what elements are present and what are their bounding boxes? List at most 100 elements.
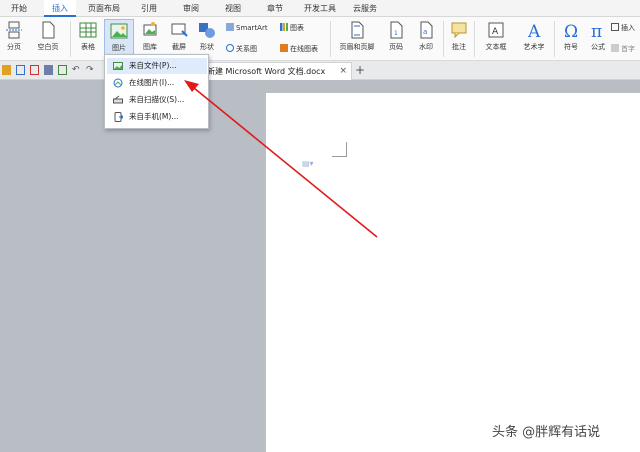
header-footer-icon bbox=[351, 21, 364, 39]
relation-chart-button[interactable]: 关系图 bbox=[226, 44, 257, 54]
margin-corner-marker bbox=[332, 142, 347, 157]
tab-home[interactable]: 开始 bbox=[6, 0, 32, 17]
ribbon-divider bbox=[443, 21, 444, 57]
comment-button[interactable]: 批注 bbox=[446, 19, 472, 59]
close-tab-button[interactable]: × bbox=[339, 63, 347, 80]
open-folder-icon[interactable] bbox=[2, 65, 11, 75]
paste-options-icon[interactable]: ▤▾ bbox=[302, 159, 314, 168]
symbol-label: 符号 bbox=[564, 43, 578, 51]
print-icon[interactable] bbox=[44, 65, 53, 75]
online-picture-item[interactable]: 在线图片(I)... bbox=[107, 75, 207, 91]
tab-page-layout[interactable]: 页面布局 bbox=[84, 0, 124, 17]
tab-insert[interactable]: 插入 bbox=[44, 0, 76, 17]
picture-icon bbox=[110, 23, 128, 39]
shapes-button[interactable]: 形状 bbox=[194, 19, 220, 59]
tab-references[interactable]: 引用 bbox=[136, 0, 162, 17]
table-label: 表格 bbox=[81, 43, 95, 51]
watermark-button[interactable]: a 水印 bbox=[412, 19, 440, 59]
phone-icon bbox=[114, 112, 123, 122]
textbox-label: 文本框 bbox=[485, 43, 507, 51]
wordart-button[interactable]: A 艺术字 bbox=[516, 19, 552, 59]
smartart-button[interactable]: SmartArt bbox=[226, 23, 268, 33]
watermark-icon: a bbox=[420, 21, 433, 39]
page-break-button[interactable]: 分页 bbox=[2, 19, 26, 59]
from-scanner-label: 来自扫描仪(S)... bbox=[129, 95, 185, 104]
insert-icon bbox=[611, 23, 619, 31]
relation-chart-label: 关系图 bbox=[236, 45, 257, 53]
redo-icon[interactable]: ↷ bbox=[86, 65, 95, 75]
table-icon bbox=[79, 22, 97, 38]
page-break-label: 分页 bbox=[7, 43, 21, 51]
document-tab-title: 新建 Microsoft Word 文档.docx bbox=[207, 67, 326, 76]
from-phone-label: 来自手机(M)... bbox=[129, 112, 179, 121]
svg-text:a: a bbox=[423, 28, 427, 36]
tab-review[interactable]: 审阅 bbox=[178, 0, 204, 17]
header-footer-button[interactable]: 页眉和页脚 bbox=[334, 19, 380, 59]
gallery-button[interactable]: 图库 bbox=[136, 19, 164, 59]
tab-chapter[interactable]: 章节 bbox=[262, 0, 288, 17]
chart-button[interactable]: 图表 bbox=[280, 23, 304, 33]
tab-developer[interactable]: 开发工具 bbox=[300, 0, 340, 17]
omega-icon: Ω bbox=[564, 22, 578, 39]
page-number-label: 页码 bbox=[389, 43, 403, 51]
page-number-button[interactable]: 1 页码 bbox=[382, 19, 410, 59]
online-chart-button[interactable]: 在线图表 bbox=[280, 44, 318, 54]
formula-button[interactable]: π 公式 bbox=[587, 19, 609, 59]
picture-button[interactable]: 图片 bbox=[104, 19, 134, 59]
ribbon-divider bbox=[330, 21, 331, 57]
picture-dropdown-menu: 来自文件(P)... 在线图片(I)... 来自扫描仪(S)... 来自手机(M… bbox=[104, 54, 209, 129]
comment-icon bbox=[451, 22, 467, 39]
insert-more-button[interactable]: 插入 bbox=[611, 23, 635, 33]
screenshot-button[interactable]: 截屏 bbox=[166, 19, 192, 59]
online-picture-icon bbox=[113, 78, 123, 88]
relation-chart-icon bbox=[226, 44, 234, 52]
formula-label: 公式 bbox=[591, 43, 605, 51]
document-page[interactable] bbox=[266, 93, 640, 452]
page-break-icon bbox=[6, 21, 22, 39]
dropcap-label: 首字 bbox=[621, 45, 635, 53]
svg-text:1: 1 bbox=[394, 30, 398, 37]
table-button[interactable]: 表格 bbox=[76, 19, 100, 59]
shapes-icon bbox=[199, 23, 215, 38]
from-phone-item[interactable]: 来自手机(M)... bbox=[107, 109, 207, 125]
blank-page-icon bbox=[42, 21, 55, 39]
ribbon: 分页 空白页 表格 图片 图库 截屏 形状 SmartArt 图表 关系图 在线… bbox=[0, 17, 640, 61]
gallery-icon bbox=[143, 22, 157, 36]
chart-icon bbox=[280, 23, 288, 31]
wordart-icon: A bbox=[527, 22, 541, 39]
menu-bar: 开始 插入 页面布局 引用 审阅 视图 章节 开发工具 云服务 bbox=[0, 0, 640, 17]
dropcap-button[interactable]: 首字 bbox=[611, 44, 635, 54]
from-file-item[interactable]: 来自文件(P)... bbox=[107, 58, 207, 74]
blank-page-button[interactable]: 空白页 bbox=[30, 19, 66, 59]
svg-text:A: A bbox=[527, 22, 541, 39]
gallery-label: 图库 bbox=[143, 43, 157, 51]
tab-view[interactable]: 视图 bbox=[220, 0, 246, 17]
pi-icon: π bbox=[591, 22, 602, 39]
tab-cloud[interactable]: 云服务 bbox=[350, 0, 380, 17]
watermark-text: 头条 @胖辉有话说 bbox=[492, 425, 601, 440]
new-tab-button[interactable]: + bbox=[355, 62, 365, 79]
header-footer-label: 页眉和页脚 bbox=[339, 43, 375, 51]
undo-icon[interactable]: ↶ bbox=[72, 65, 81, 75]
insert-more-label: 插入 bbox=[621, 24, 635, 32]
svg-text:A: A bbox=[492, 27, 499, 37]
from-scanner-item[interactable]: 来自扫描仪(S)... bbox=[107, 92, 207, 108]
smartart-icon bbox=[226, 23, 234, 31]
save-icon[interactable] bbox=[16, 65, 25, 75]
print-preview-icon[interactable] bbox=[58, 65, 67, 75]
page-number-icon: 1 bbox=[390, 21, 403, 39]
document-tab[interactable]: 新建 Microsoft Word 文档.docx × bbox=[196, 62, 352, 80]
picture-file-icon bbox=[113, 62, 123, 70]
document-tab-bar: ↶ ↷ 新建 Microsoft Word 文档.docx × + bbox=[0, 61, 640, 80]
textbox-button[interactable]: A 文本框 bbox=[478, 19, 514, 59]
from-file-label: 来自文件(P)... bbox=[129, 61, 177, 70]
online-chart-icon bbox=[280, 44, 288, 52]
picture-label: 图片 bbox=[112, 44, 126, 52]
comment-label: 批注 bbox=[452, 43, 466, 51]
blank-page-label: 空白页 bbox=[37, 43, 59, 51]
export-pdf-icon[interactable] bbox=[30, 65, 39, 75]
ribbon-divider bbox=[70, 21, 71, 57]
screenshot-label: 截屏 bbox=[172, 43, 186, 51]
ribbon-divider bbox=[554, 21, 555, 57]
symbol-button[interactable]: Ω 符号 bbox=[557, 19, 585, 59]
